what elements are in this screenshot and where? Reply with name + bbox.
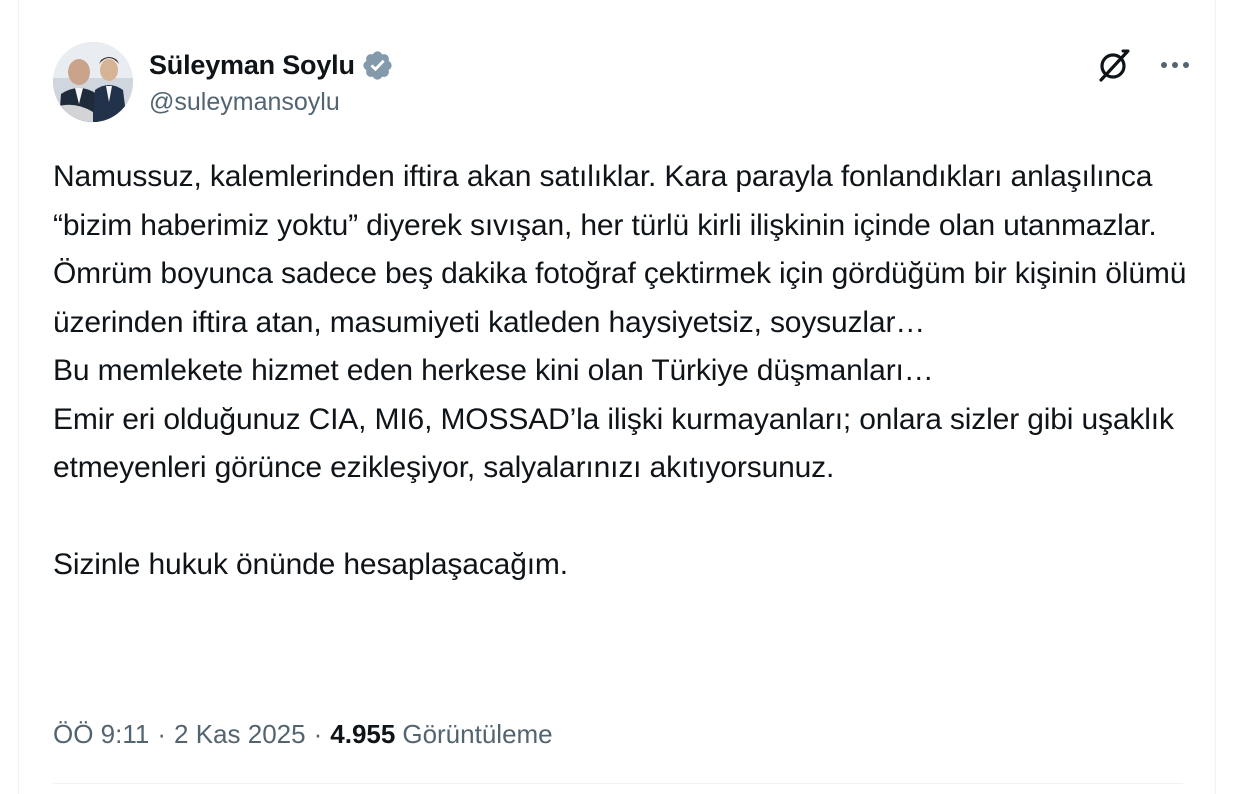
divider: [53, 783, 1183, 784]
author-display-name[interactable]: Süleyman Soylu: [149, 50, 355, 81]
meta-separator: ·: [313, 718, 323, 749]
views-count: 4.955: [330, 718, 396, 749]
grok-icon[interactable]: [1095, 46, 1133, 84]
more-options-icon[interactable]: [1155, 46, 1195, 84]
avatar-photo: [53, 42, 133, 122]
verified-badge-icon[interactable]: [361, 49, 394, 82]
tweet-meta: ÖÖ 9:11 · 2 Kas 2025 · 4.955 Görüntüleme: [53, 714, 553, 754]
tweet-time[interactable]: ÖÖ 9:11: [53, 719, 149, 750]
tweet-text: Namussuz, kalemlerinden iftira akan satı…: [53, 160, 1187, 581]
tweet-date[interactable]: 2 Kas 2025: [174, 719, 306, 750]
meta-separator: ·: [157, 718, 167, 749]
author-name-row: Süleyman Soylu: [149, 46, 394, 84]
tweet-card: Süleyman Soylu @suleymansoylu Namussuz, …: [18, 0, 1216, 794]
views-label: Görüntüleme: [402, 718, 553, 749]
author-handle[interactable]: @suleymansoylu: [149, 88, 340, 117]
avatar[interactable]: [53, 42, 133, 122]
